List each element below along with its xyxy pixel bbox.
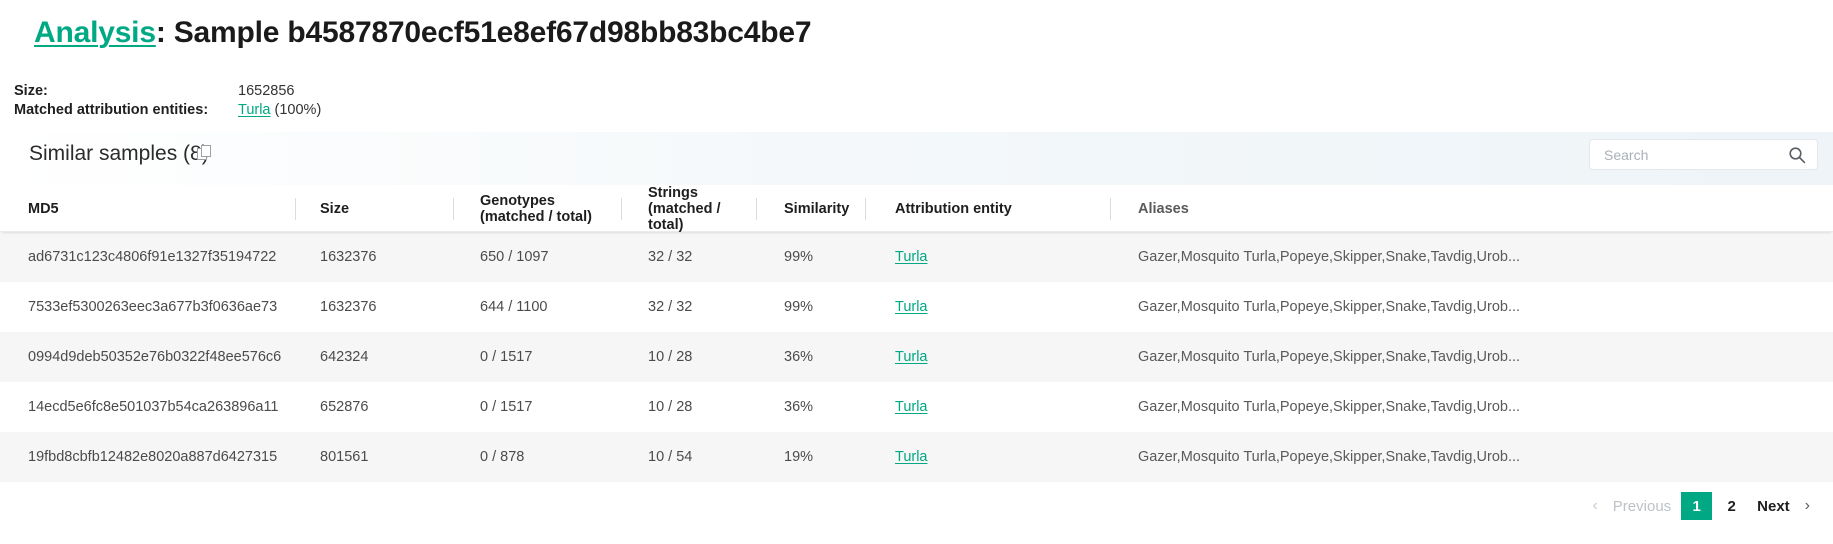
attribution-entity-link[interactable]: Turla: [238, 102, 271, 118]
analysis-breadcrumb-link[interactable]: Analysis: [34, 16, 156, 49]
column-header-strings[interactable]: Strings (matched / total): [622, 185, 756, 233]
pagination-page-2[interactable]: 2: [1716, 492, 1747, 520]
column-header-genotypes-sub: (matched / total): [480, 209, 621, 225]
column-header-strings-label: Strings: [648, 185, 756, 201]
meta-value-attribution: Turla (100%): [238, 102, 321, 118]
column-header-md5-label: MD5: [28, 201, 59, 217]
column-header-genotypes[interactable]: Genotypes (matched / total): [454, 193, 621, 225]
cell-md5: 0994d9deb50352e76b0322f48ee576c6: [0, 349, 295, 365]
column-header-genotypes-label: Genotypes: [480, 193, 621, 209]
chevron-left-icon[interactable]: ‹: [1585, 497, 1604, 515]
column-header-attribution-entity[interactable]: Attribution entity: [866, 201, 1110, 217]
cell-size: 801561: [296, 449, 453, 465]
cell-size: 652876: [296, 399, 453, 415]
table-row[interactable]: 7533ef5300263eec3a677b3f0636ae73 1632376…: [0, 282, 1833, 332]
similar-samples-table: MD5 Size Genotypes (matched / total) Str…: [0, 185, 1833, 482]
cell-aliases: Gazer,Mosquito Turla,Popeye,Skipper,Snak…: [1111, 399, 1791, 415]
meta-label-size: Size:: [14, 83, 238, 99]
cell-size: 1632376: [296, 249, 453, 265]
meta-row-size: Size: 1652856: [14, 83, 321, 102]
cell-md5: 19fbd8cbfb12482e8020a887d6427315: [0, 449, 295, 465]
attribution-percent: (100%): [271, 102, 322, 118]
cell-size: 1632376: [296, 299, 453, 315]
pagination-previous-button[interactable]: Previous: [1605, 494, 1679, 519]
cell-strings: 32 / 32: [622, 249, 756, 265]
attribution-entity-link[interactable]: Turla: [895, 399, 928, 415]
cell-md5: ad6731c123c4806f91e1327f35194722: [0, 249, 295, 265]
cell-attribution-entity: Turla: [866, 399, 1110, 415]
cell-attribution-entity: Turla: [866, 449, 1110, 465]
page-title: Analysis: Sample b4587870ecf51e8ef67d98b…: [34, 16, 811, 50]
column-header-size-label: Size: [320, 201, 349, 217]
cell-genotypes: 650 / 1097: [454, 249, 621, 265]
cell-genotypes: 0 / 1517: [454, 399, 621, 415]
cell-similarity: 36%: [757, 399, 865, 415]
cell-size: 642324: [296, 349, 453, 365]
column-header-aliases[interactable]: Aliases: [1111, 201, 1791, 217]
copy-icon[interactable]: [197, 145, 214, 162]
cell-aliases: Gazer,Mosquito Turla,Popeye,Skipper,Snak…: [1111, 449, 1791, 465]
cell-md5: 7533ef5300263eec3a677b3f0636ae73: [0, 299, 295, 315]
table-row[interactable]: 0994d9deb50352e76b0322f48ee576c6 642324 …: [0, 332, 1833, 382]
sample-meta: Size: 1652856 Matched attribution entiti…: [14, 83, 321, 121]
cell-strings: 10 / 28: [622, 399, 756, 415]
cell-aliases: Gazer,Mosquito Turla,Popeye,Skipper,Snak…: [1111, 349, 1791, 365]
attribution-entity-link[interactable]: Turla: [895, 349, 928, 365]
search-input[interactable]: [1602, 141, 1777, 168]
meta-row-attribution: Matched attribution entities: Turla (100…: [14, 102, 321, 121]
cell-aliases: Gazer,Mosquito Turla,Popeye,Skipper,Snak…: [1111, 249, 1791, 265]
pagination: ‹ Previous 1 2 Next ›: [1585, 492, 1817, 520]
cell-genotypes: 0 / 1517: [454, 349, 621, 365]
chevron-right-icon[interactable]: ›: [1798, 497, 1817, 515]
cell-attribution-entity: Turla: [866, 349, 1110, 365]
page-title-text: : Sample b4587870ecf51e8ef67d98bb83bc4be…: [156, 16, 812, 49]
cell-md5: 14ecd5e6fc8e501037b54ca263896a11: [0, 399, 295, 415]
cell-attribution-entity: Turla: [866, 299, 1110, 315]
column-header-attribution-entity-label: Attribution entity: [895, 201, 1012, 217]
attribution-entity-link[interactable]: Turla: [895, 299, 928, 315]
meta-label-attribution: Matched attribution entities:: [14, 102, 238, 118]
similar-samples-heading: Similar samples (8): [29, 142, 209, 166]
table-row[interactable]: ad6731c123c4806f91e1327f35194722 1632376…: [0, 232, 1833, 282]
cell-similarity: 19%: [757, 449, 865, 465]
cell-strings: 10 / 28: [622, 349, 756, 365]
table-row[interactable]: 14ecd5e6fc8e501037b54ca263896a11 652876 …: [0, 382, 1833, 432]
meta-value-size: 1652856: [238, 83, 294, 99]
search-icon[interactable]: [1788, 146, 1806, 164]
search-box[interactable]: [1589, 139, 1818, 170]
cell-similarity: 99%: [757, 249, 865, 265]
column-header-md5[interactable]: MD5: [0, 201, 295, 217]
cell-genotypes: 0 / 878: [454, 449, 621, 465]
attribution-entity-link[interactable]: Turla: [895, 249, 928, 265]
attribution-entity-link[interactable]: Turla: [895, 449, 928, 465]
cell-attribution-entity: Turla: [866, 249, 1110, 265]
cell-aliases: Gazer,Mosquito Turla,Popeye,Skipper,Snak…: [1111, 299, 1791, 315]
cell-similarity: 36%: [757, 349, 865, 365]
cell-strings: 32 / 32: [622, 299, 756, 315]
column-header-similarity-label: Similarity: [784, 201, 849, 217]
column-header-aliases-label: Aliases: [1138, 201, 1189, 217]
cell-similarity: 99%: [757, 299, 865, 315]
analysis-page: Analysis: Sample b4587870ecf51e8ef67d98b…: [0, 0, 1833, 544]
cell-genotypes: 644 / 1100: [454, 299, 621, 315]
table-row[interactable]: 19fbd8cbfb12482e8020a887d6427315 801561 …: [0, 432, 1833, 482]
column-header-similarity[interactable]: Similarity: [757, 201, 865, 217]
column-header-strings-sub: (matched / total): [648, 201, 756, 233]
pagination-next-button[interactable]: Next: [1749, 494, 1798, 519]
column-header-size[interactable]: Size: [296, 201, 453, 217]
table-header: MD5 Size Genotypes (matched / total) Str…: [0, 185, 1833, 232]
cell-strings: 10 / 54: [622, 449, 756, 465]
section-band: [0, 132, 1833, 185]
pagination-page-1[interactable]: 1: [1681, 492, 1712, 520]
